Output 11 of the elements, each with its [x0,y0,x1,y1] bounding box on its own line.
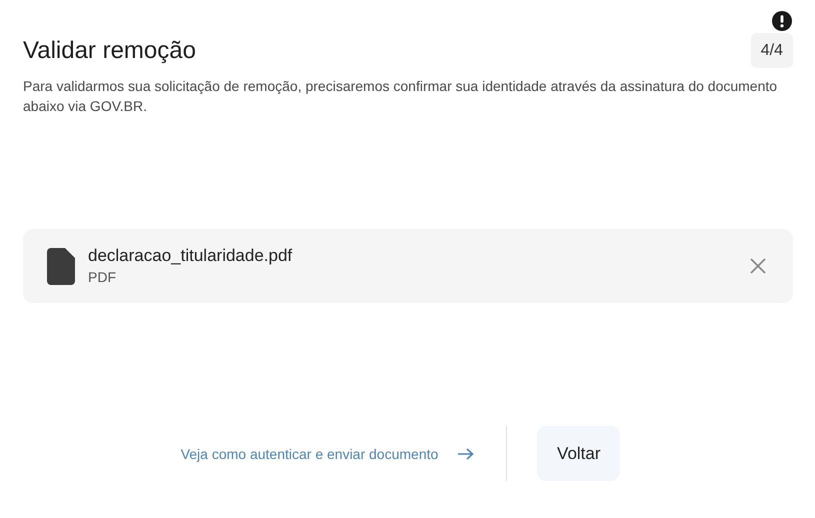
step-counter: 4/4 [750,33,793,68]
description: Para validarmos sua solicitação de remoção, precisaremos confirmar sua identidade através da assinatura do documento abaixo via GOV.BR. [23,77,778,116]
help-link[interactable]: Veja como autenticar e enviar documento [180,446,438,462]
close-icon [750,258,766,274]
file-icon [47,248,75,284]
back-button[interactable]: Voltar [537,426,620,481]
alert-icon [772,11,792,31]
file-type: PDF [88,268,117,287]
file-name: declaracao_titularidade.pdf [88,245,294,267]
arrow-icon [458,448,474,460]
page-title: Validar remoção [23,36,196,64]
